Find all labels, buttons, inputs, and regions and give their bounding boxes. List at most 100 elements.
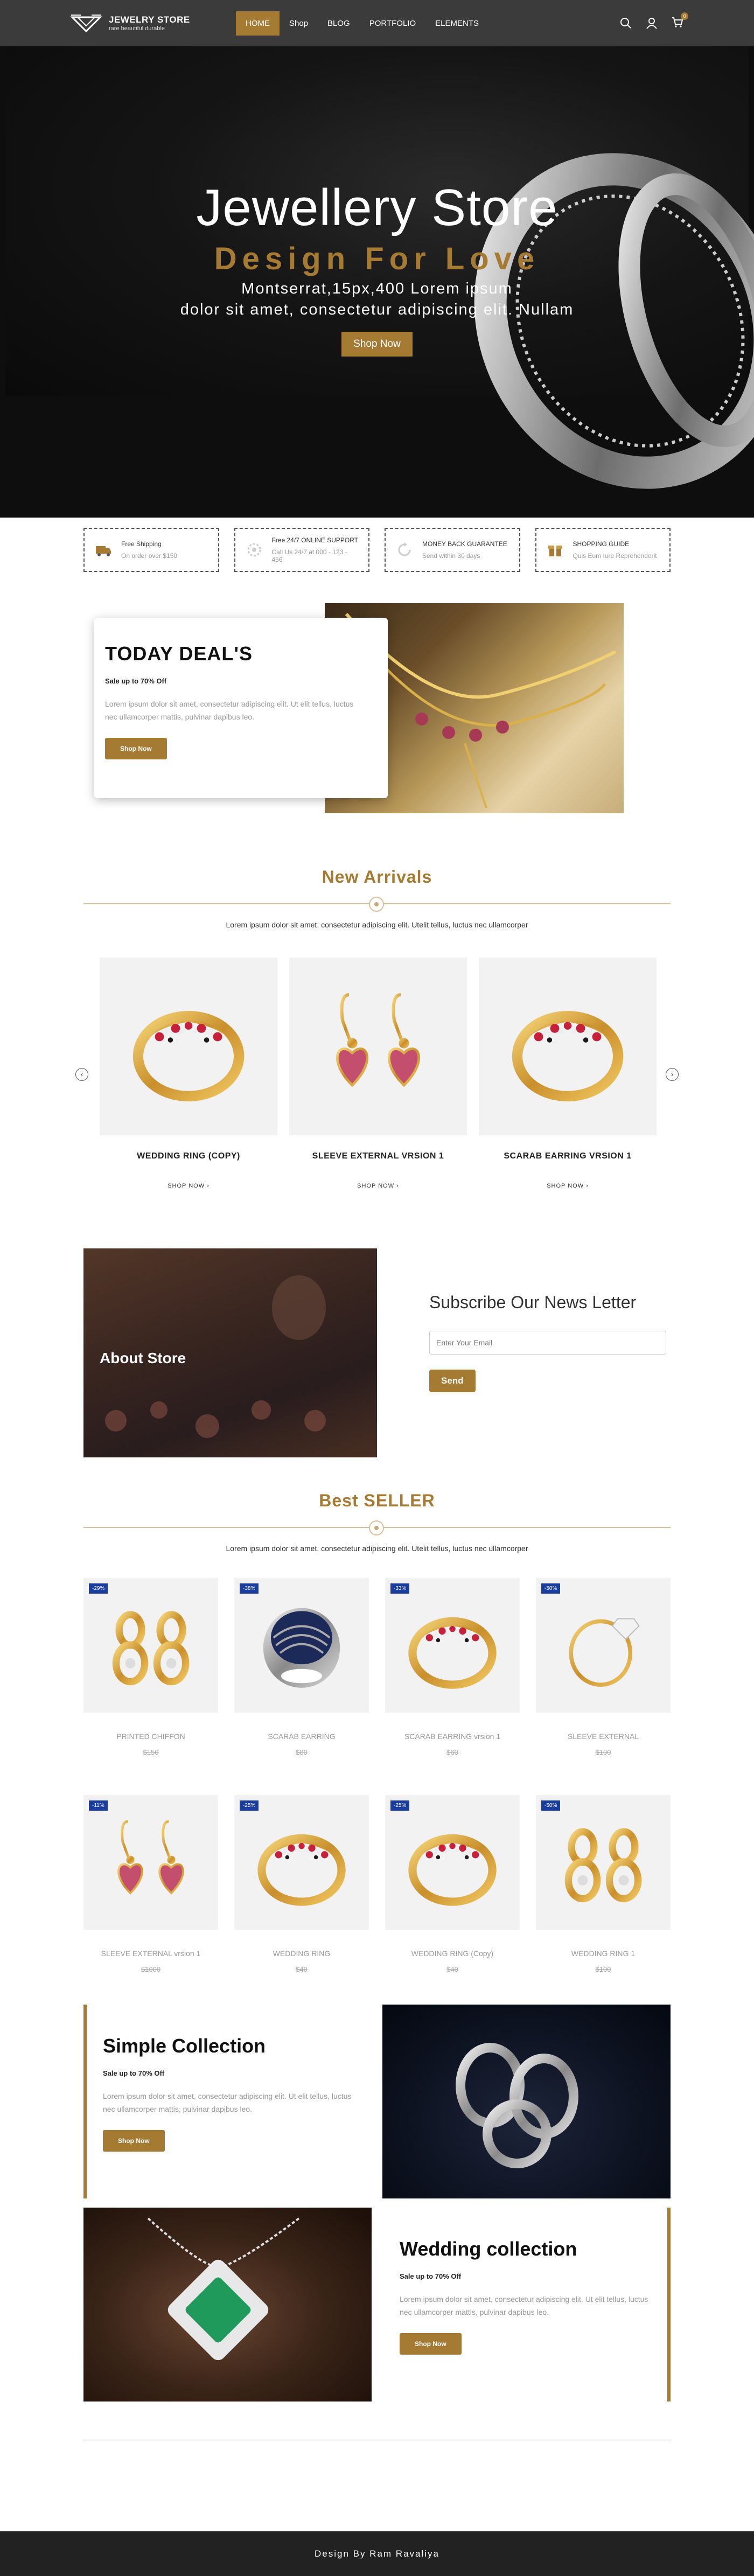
hero-shop-button[interactable]: Shop Now bbox=[341, 332, 413, 357]
product-name[interactable]: WEDDING RING 1 bbox=[536, 1949, 671, 1958]
search-icon[interactable] bbox=[619, 17, 632, 30]
discount-badge: -11% bbox=[89, 1800, 108, 1811]
discount-badge: -38% bbox=[240, 1583, 259, 1594]
footer: Design By Ram Ravaliya bbox=[0, 2531, 754, 2576]
carousel-prev-button[interactable]: ‹ bbox=[75, 1068, 88, 1081]
brand-logo[interactable]: JEWELRY STORE rare beautiful durable bbox=[70, 14, 221, 32]
shop-now-link[interactable]: SHOP NOW › bbox=[100, 1183, 277, 1189]
nav-home[interactable]: HOME bbox=[236, 11, 280, 36]
new-arrivals-heading: New Arrivals Lorem ipsum dolor sit amet,… bbox=[83, 867, 671, 929]
main-menu: HOME Shop BLOG PORTFOLIO ELEMENTS bbox=[236, 11, 488, 36]
product-name[interactable]: SCARAB EARRING bbox=[234, 1732, 369, 1741]
hero-line-2: dolor sit amet, consectetur adipiscing e… bbox=[180, 301, 574, 318]
nav-shop[interactable]: Shop bbox=[280, 11, 318, 36]
product-image[interactable] bbox=[289, 958, 467, 1135]
brand-tagline: rare beautiful durable bbox=[109, 25, 165, 32]
send-button[interactable]: Send bbox=[429, 1370, 476, 1392]
deal-description: Lorem ipsum dolor sit amet, consectetur … bbox=[105, 700, 354, 721]
product-image[interactable] bbox=[479, 958, 657, 1135]
product-image[interactable]: -25% bbox=[234, 1795, 369, 1930]
product-card[interactable]: -33% SCARAB EARRING vrsion 1 $60 bbox=[385, 1578, 520, 1756]
product-image[interactable]: -25% bbox=[385, 1795, 520, 1930]
product-card[interactable]: -29% PRINTED CHIFFON $150 bbox=[83, 1578, 218, 1756]
user-icon[interactable] bbox=[645, 17, 658, 30]
hero-line-1: Montserrat,15px,400 Lorem ipsum bbox=[241, 280, 513, 297]
product-image[interactable]: -50% bbox=[536, 1578, 671, 1713]
product-name[interactable]: SCARAB EARRING VRSION 1 bbox=[479, 1151, 657, 1161]
product-image[interactable]: -50% bbox=[536, 1795, 671, 1930]
product-old-price: $40 bbox=[296, 1965, 308, 1973]
collection-title: Simple Collection bbox=[103, 2035, 266, 2057]
feature-support: Free 24/7 ONLINE SUPPORT Call Us 24/7 at … bbox=[234, 528, 369, 572]
product-card[interactable]: SCARAB EARRING VRSION 1 SHOP NOW › bbox=[479, 958, 657, 1189]
discount-badge: -50% bbox=[541, 1800, 561, 1811]
discount-badge: -29% bbox=[89, 1583, 108, 1594]
collection-title: Wedding collection bbox=[400, 2238, 577, 2260]
product-old-price: $80 bbox=[296, 1748, 308, 1756]
shop-now-link[interactable]: SHOP NOW › bbox=[289, 1183, 467, 1189]
collection-shop-button[interactable]: Shop Now bbox=[400, 2333, 462, 2355]
about-title[interactable]: About Store bbox=[100, 1350, 186, 1367]
nav-portfolio[interactable]: PORTFOLIO bbox=[360, 11, 425, 36]
product-name[interactable]: PRINTED CHIFFON bbox=[83, 1732, 218, 1741]
product-name[interactable]: WEDDING RING bbox=[234, 1949, 369, 1958]
shop-now-link[interactable]: SHOP NOW › bbox=[479, 1183, 657, 1189]
carousel-next-button[interactable]: › bbox=[666, 1068, 679, 1081]
nav-elements[interactable]: ELEMENTS bbox=[425, 11, 488, 36]
product-name[interactable]: WEDDING RING (Copy) bbox=[385, 1949, 520, 1958]
product-card[interactable]: -50% WEDDING RING 1 $100 bbox=[536, 1795, 671, 1973]
feature-text: Quis Eum Iure Reprehenderit bbox=[573, 552, 657, 560]
product-card[interactable]: WEDDING RING (COPY) SHOP NOW › bbox=[100, 958, 277, 1189]
product-name[interactable]: SLEEVE EXTERNAL bbox=[536, 1732, 671, 1741]
best-seller-heading: Best SELLER Lorem ipsum dolor sit amet, … bbox=[83, 1491, 671, 1553]
collection-description: Lorem ipsum dolor sit amet, consectetur … bbox=[400, 2295, 648, 2316]
collection-shop-button[interactable]: Shop Now bbox=[103, 2130, 165, 2152]
product-card[interactable]: -50% SLEEVE EXTERNAL $100 bbox=[536, 1578, 671, 1756]
simple-collection-card: Simple Collection Sale up to 70% Off Lor… bbox=[83, 2005, 371, 2198]
feature-text: On order over $150 bbox=[121, 552, 178, 560]
wedding-collection-card: Wedding collection Sale up to 70% Off Lo… bbox=[383, 2208, 671, 2402]
features-strip: Free Shipping On order over $150 Free 24/… bbox=[83, 528, 671, 572]
product-old-price: $100 bbox=[595, 1965, 611, 1973]
newsletter-form: Subscribe Our News Letter Send bbox=[429, 1293, 666, 1392]
discount-badge: -50% bbox=[541, 1583, 561, 1594]
deal-shop-button[interactable]: Shop Now bbox=[105, 737, 167, 759]
product-name[interactable]: WEDDING RING (COPY) bbox=[100, 1151, 277, 1161]
truck-icon bbox=[96, 546, 111, 556]
email-field[interactable] bbox=[429, 1331, 666, 1355]
feature-title: SHOPPING GUIDE bbox=[573, 540, 630, 548]
refresh-icon bbox=[398, 542, 411, 556]
product-image[interactable]: -29% bbox=[83, 1578, 218, 1713]
product-image[interactable] bbox=[100, 958, 277, 1135]
product-name[interactable]: SLEEVE EXTERNAL vrsion 1 bbox=[83, 1949, 218, 1958]
feature-free-shipping: Free Shipping On order over $150 bbox=[83, 528, 219, 572]
collection-description: Lorem ipsum dolor sit amet, consectetur … bbox=[103, 2092, 352, 2113]
emerald-pendant-image bbox=[147, 2217, 300, 2361]
product-old-price: $100 bbox=[595, 1748, 611, 1756]
wedding-collection-image bbox=[83, 2208, 372, 2402]
about-store-banner[interactable]: About Store bbox=[83, 1248, 377, 1457]
product-image[interactable]: -33% bbox=[385, 1578, 520, 1713]
discount-badge: -33% bbox=[390, 1583, 410, 1594]
product-card[interactable]: -25% WEDDING RING $40 bbox=[234, 1795, 369, 1973]
new-arrivals-carousel: WEDDING RING (COPY) SHOP NOW › SLEEVE EX… bbox=[100, 958, 657, 1189]
product-card[interactable]: -25% WEDDING RING (Copy) $40 bbox=[385, 1795, 520, 1973]
product-card[interactable]: SLEEVE EXTERNAL VRSION 1 SHOP NOW › bbox=[289, 958, 467, 1189]
collection-sale-label: Sale up to 70% Off bbox=[103, 2069, 165, 2077]
product-card[interactable]: -11% SLEEVE EXTERNAL vrsion 1 $1000 bbox=[83, 1795, 218, 1973]
product-image[interactable]: -38% bbox=[234, 1578, 369, 1713]
product-name[interactable]: SCARAB EARRING vrsion 1 bbox=[385, 1732, 520, 1741]
hero-subtitle: Design For Love bbox=[214, 241, 540, 276]
nav-blog[interactable]: BLOG bbox=[318, 11, 360, 36]
top-navbar: JEWELRY STORE rare beautiful durable HOM… bbox=[0, 0, 754, 46]
hero-text-block: Jewellery Store Design For Love Montserr… bbox=[0, 178, 754, 357]
collection-sale-label: Sale up to 70% Off bbox=[400, 2272, 462, 2280]
product-image[interactable]: -11% bbox=[83, 1795, 218, 1930]
product-card[interactable]: -38% SCARAB EARRING $80 bbox=[234, 1578, 369, 1756]
gift-icon bbox=[548, 546, 562, 556]
cart-button[interactable]: 0 bbox=[671, 12, 688, 31]
divider-ornament-icon bbox=[369, 897, 384, 912]
silver-rings-image bbox=[456, 2043, 578, 2168]
discount-badge: -25% bbox=[240, 1800, 259, 1811]
product-name[interactable]: SLEEVE EXTERNAL VRSION 1 bbox=[289, 1151, 467, 1161]
